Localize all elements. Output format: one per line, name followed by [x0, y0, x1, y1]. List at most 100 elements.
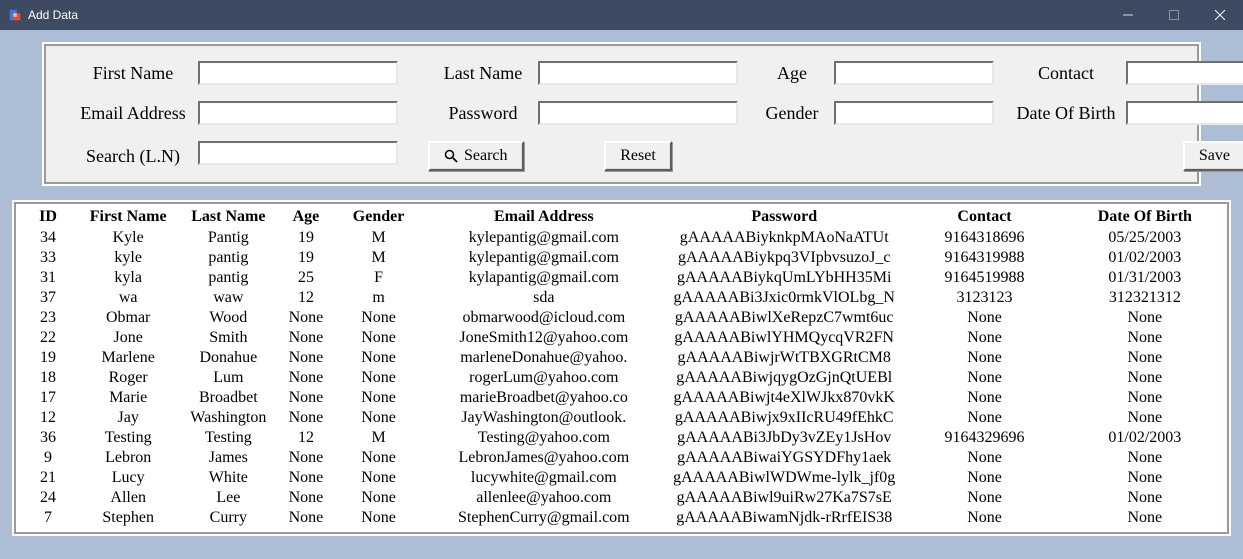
cell: LebronJames@yahoo.com	[424, 448, 664, 468]
cell: None	[904, 328, 1064, 348]
cell: kylepantig@gmail.com	[424, 228, 664, 248]
dob-field[interactable]	[1126, 101, 1243, 125]
cell: kylepantig@gmail.com	[424, 248, 664, 268]
cell: Pantig	[178, 228, 278, 248]
col-password[interactable]: Password	[664, 206, 904, 228]
first-name-field[interactable]	[198, 61, 398, 85]
table-row[interactable]: 31kylapantig25Fkylapantig@gmail.comgAAAA…	[18, 268, 1225, 288]
close-button[interactable]	[1197, 0, 1243, 30]
titlebar: Add Data	[0, 0, 1243, 30]
cell: None	[333, 448, 423, 468]
cell: marieBroadbet@yahoo.co	[424, 388, 664, 408]
cell: 21	[18, 468, 78, 488]
cell: pantig	[178, 248, 278, 268]
cell: Jone	[78, 328, 178, 348]
cell: None	[278, 348, 333, 368]
cell: None	[278, 468, 333, 488]
cell: gAAAAABiykpq3VIpbvsuzoJ_c	[664, 248, 904, 268]
cell: 9164319988	[904, 248, 1064, 268]
table-row[interactable]: 18RogerLumNoneNonerogerLum@yahoo.comgAAA…	[18, 368, 1225, 388]
col-email[interactable]: Email Address	[424, 206, 664, 228]
cell: Kyle	[78, 228, 178, 248]
email-field[interactable]	[198, 101, 398, 125]
minimize-button[interactable]	[1105, 0, 1151, 30]
cell: obmarwood@icloud.com	[424, 308, 664, 328]
cell: None	[278, 388, 333, 408]
col-id[interactable]: ID	[18, 206, 78, 228]
table-row[interactable]: 17MarieBroadbetNoneNonemarieBroadbet@yah…	[18, 388, 1225, 408]
table-row[interactable]: 34KylePantig19Mkylepantig@gmail.comgAAAA…	[18, 228, 1225, 248]
search-input[interactable]	[198, 141, 398, 165]
data-table[interactable]: ID First Name Last Name Age Gender Email…	[18, 206, 1225, 528]
cell: 12	[278, 288, 333, 308]
cell: None	[1065, 468, 1225, 488]
gender-field[interactable]	[834, 101, 994, 125]
table-row[interactable]: 33kylepantig19Mkylepantig@gmail.comgAAAA…	[18, 248, 1225, 268]
cell: gAAAAABiwjrWtTBXGRtCM8	[664, 348, 904, 368]
contact-field[interactable]	[1126, 61, 1243, 85]
cell: None	[1065, 388, 1225, 408]
cell: 01/02/2003	[1065, 428, 1225, 448]
last-name-field[interactable]	[538, 61, 738, 85]
cell: 01/31/2003	[1065, 268, 1225, 288]
cell: gAAAAABiwjt4eXlWJkx870vkK	[664, 388, 904, 408]
cell: Curry	[178, 508, 278, 528]
cell: None	[333, 488, 423, 508]
table-row[interactable]: 24AllenLeeNoneNoneallenlee@yahoo.comgAAA…	[18, 488, 1225, 508]
table-row[interactable]: 36TestingTesting12MTesting@yahoo.comgAAA…	[18, 428, 1225, 448]
age-field[interactable]	[834, 61, 994, 85]
cell: wa	[78, 288, 178, 308]
cell: marleneDonahue@yahoo.	[424, 348, 664, 368]
cell: None	[904, 488, 1064, 508]
cell: Stephen	[78, 508, 178, 528]
cell: None	[1065, 348, 1225, 368]
cell: Obmar	[78, 308, 178, 328]
cell: None	[333, 348, 423, 368]
client-area: First Name Last Name Age Contact Email A…	[0, 30, 1243, 559]
cell: 7	[18, 508, 78, 528]
password-field[interactable]	[538, 101, 738, 125]
col-first-name[interactable]: First Name	[78, 206, 178, 228]
cell: 31	[18, 268, 78, 288]
cell: 19	[18, 348, 78, 368]
search-button[interactable]: Search	[428, 141, 524, 171]
cell: None	[333, 328, 423, 348]
cell: 23	[18, 308, 78, 328]
cell: None	[333, 308, 423, 328]
cell: 12	[18, 408, 78, 428]
cell: 37	[18, 288, 78, 308]
col-contact[interactable]: Contact	[904, 206, 1064, 228]
table-row[interactable]: 12JayWashingtonNoneNoneJayWashington@out…	[18, 408, 1225, 428]
cell: 3123123	[904, 288, 1064, 308]
cell: None	[1065, 508, 1225, 528]
col-dob[interactable]: Date Of Birth	[1065, 206, 1225, 228]
col-last-name[interactable]: Last Name	[178, 206, 278, 228]
cell: None	[278, 328, 333, 348]
table-row[interactable]: 21LucyWhiteNoneNonelucywhite@gmail.comgA…	[18, 468, 1225, 488]
cell: kyla	[78, 268, 178, 288]
cell: 18	[18, 368, 78, 388]
cell: None	[1065, 408, 1225, 428]
cell: 19	[278, 248, 333, 268]
cell: Testing	[78, 428, 178, 448]
cell: gAAAAABiwjqygOzGjnQtUEBl	[664, 368, 904, 388]
table-row[interactable]: 23ObmarWoodNoneNoneobmarwood@icloud.comg…	[18, 308, 1225, 328]
table-row[interactable]: 9LebronJamesNoneNoneLebronJames@yahoo.co…	[18, 448, 1225, 468]
cell: None	[904, 408, 1064, 428]
cell: Testing@yahoo.com	[424, 428, 664, 448]
table-row[interactable]: 22JoneSmithNoneNoneJoneSmith12@yahoo.com…	[18, 328, 1225, 348]
table-row[interactable]: 7StephenCurryNoneNoneStephenCurry@gmail.…	[18, 508, 1225, 528]
col-gender[interactable]: Gender	[333, 206, 423, 228]
cell: Roger	[78, 368, 178, 388]
save-button[interactable]: Save	[1183, 141, 1243, 171]
table-row[interactable]: 37wawaw12msdagAAAAABi3Jxic0rmkVlOLbg_N31…	[18, 288, 1225, 308]
save-button-label: Save	[1199, 147, 1230, 165]
col-age[interactable]: Age	[278, 206, 333, 228]
cell: gAAAAABiwamNjdk-rRrfEIS38	[664, 508, 904, 528]
maximize-button[interactable]	[1151, 0, 1197, 30]
cell: 312321312	[1065, 288, 1225, 308]
table-header-row: ID First Name Last Name Age Gender Email…	[18, 206, 1225, 228]
cell: Donahue	[178, 348, 278, 368]
reset-button[interactable]: Reset	[604, 141, 672, 171]
table-row[interactable]: 19MarleneDonahueNoneNonemarleneDonahue@y…	[18, 348, 1225, 368]
